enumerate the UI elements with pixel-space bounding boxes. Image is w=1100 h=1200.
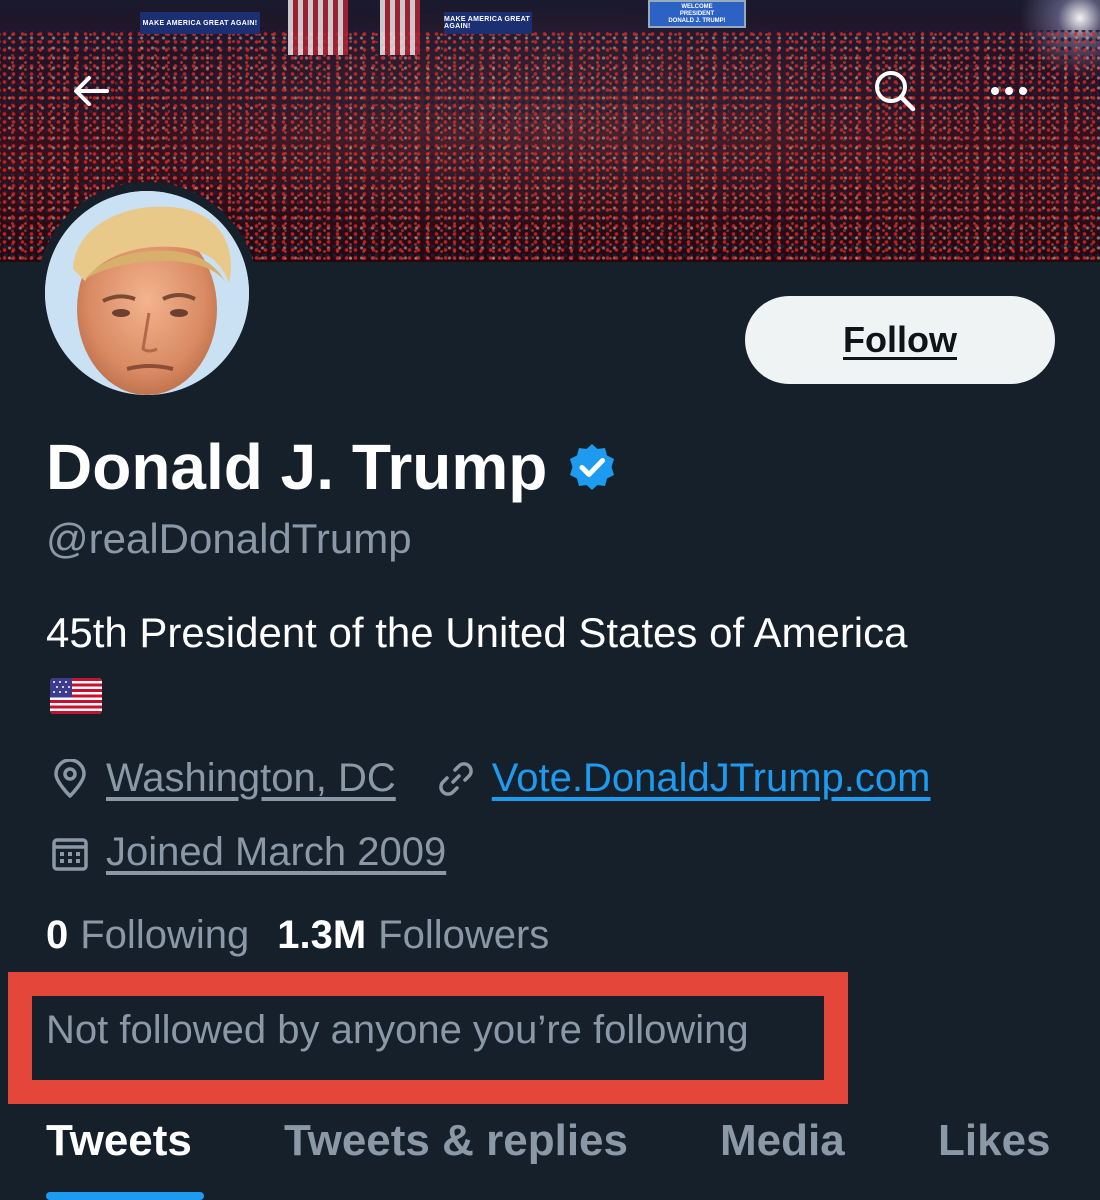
screen-line: PRESIDENT [679, 10, 715, 17]
profile-meta-row: Washington, DC Vote.DonaldJTrump.com [50, 756, 930, 801]
more-button[interactable] [976, 58, 1042, 124]
follow-button[interactable]: Follow [745, 296, 1055, 384]
search-icon [875, 71, 916, 112]
banner-screen-sign: WELCOME PRESIDENT DONALD J. TRUMP! [648, 0, 746, 28]
link-icon [436, 759, 476, 799]
avatar[interactable] [36, 182, 258, 404]
tab-tweets-replies[interactable]: Tweets & replies [284, 1110, 628, 1200]
screen-line: WELCOME [681, 3, 713, 10]
tab-media[interactable]: Media [720, 1110, 845, 1200]
following-label[interactable]: Following [80, 913, 249, 958]
avatar-photo [45, 191, 249, 395]
location-pin-icon [50, 758, 90, 799]
followed-by-text: Not followed by anyone you’re following [46, 1008, 749, 1052]
tab-likes[interactable]: Likes [938, 1110, 1051, 1200]
display-name-text: Donald J. Trump [46, 431, 548, 503]
follow-stats: 0 Following 1.3M Followers [46, 913, 577, 958]
bio-text: 45th President of the United States of A… [46, 609, 908, 656]
tab-tweets[interactable]: Tweets [46, 1110, 192, 1200]
us-flag-emoji [50, 678, 102, 714]
banner-sign: MAKE AMERICA GREAT AGAIN! [140, 12, 260, 34]
display-name: Donald J. Trump [46, 430, 617, 504]
banner-flag-decoration [380, 0, 420, 55]
followers-count[interactable]: 1.3M [277, 913, 366, 958]
arrow-left-icon [74, 76, 109, 106]
banner-flag-decoration [288, 0, 348, 55]
more-horizontal-icon [991, 87, 1027, 95]
joined-row: Joined March 2009 [50, 830, 446, 875]
following-count[interactable]: 0 [46, 913, 68, 958]
back-button[interactable] [58, 58, 124, 124]
joined-date[interactable]: Joined March 2009 [106, 830, 446, 875]
website-link[interactable]: Vote.DonaldJTrump.com [492, 756, 931, 801]
calendar-icon [50, 833, 90, 873]
screen-line: DONALD J. TRUMP! [668, 17, 726, 24]
profile-page: MAKE AMERICA GREAT AGAIN! MAKE AMERICA G… [0, 0, 1100, 1200]
portrait-illustration [45, 191, 249, 395]
handle: @realDonaldTrump [46, 515, 412, 562]
verified-badge-icon[interactable] [567, 442, 617, 492]
location-link[interactable]: Washington, DC [106, 756, 396, 801]
profile-tabs: Tweets Tweets & replies Media Likes [0, 1110, 1100, 1200]
banner-sign: MAKE AMERICA GREAT AGAIN! [444, 12, 532, 34]
search-button[interactable] [862, 58, 928, 124]
followers-label[interactable]: Followers [378, 913, 549, 958]
active-tab-indicator [46, 1192, 204, 1200]
